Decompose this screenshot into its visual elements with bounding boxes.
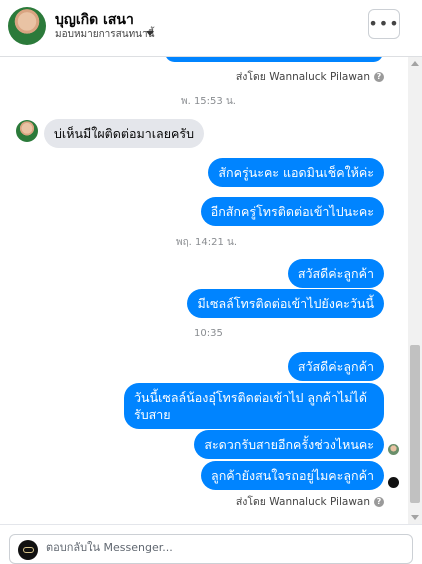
composer-area <box>0 524 422 564</box>
timestamp: พฤ. 14:21 น. <box>176 237 238 248</box>
more-options-button[interactable]: ••• <box>368 9 400 39</box>
scrollbar-thumb[interactable] <box>410 345 420 503</box>
more-icon: ••• <box>368 14 400 33</box>
conversation-header: บุญเกิด เสนา มอบหมายการสนทนานี้ ••• <box>0 0 422 57</box>
seen-receipt-avatar <box>388 444 399 455</box>
assign-conversation-dropdown[interactable]: มอบหมายการสนทนานี้ <box>55 27 154 42</box>
outgoing-message[interactable]: สะดวกรับสายอีกครั้งช่วงไหนคะ <box>194 430 384 459</box>
outgoing-message[interactable]: อีกสักครู่โทรติดต่อเข้าไปนะคะ <box>200 197 384 226</box>
sent-by-label: ส่งโดย Wannaluck Pilawan ? <box>236 68 384 85</box>
reply-composer[interactable] <box>9 534 413 564</box>
customer-avatar[interactable] <box>8 7 46 45</box>
seen-receipt-avatar <box>388 477 399 488</box>
page-avatar <box>18 540 38 560</box>
outgoing-message[interactable]: สวัสดีค่ะลูกค้า <box>287 352 384 381</box>
sent-by-label: ส่งโดย Wannaluck Pilawan ? <box>236 493 384 510</box>
message-thread[interactable]: ส่งโดย Wannaluck Pilawan ? พ. 15:53 น. บ… <box>0 57 408 524</box>
info-icon[interactable]: ? <box>374 496 384 507</box>
incoming-message[interactable]: บ่เห็นมีใผติดต่อมาเลยครับ <box>44 119 205 148</box>
timestamp: 10:35 <box>194 328 223 339</box>
outgoing-message[interactable]: สักครู่นะคะ แอดมินเช็คให้ค่ะ <box>208 158 384 187</box>
scroll-up-arrow-icon[interactable] <box>411 61 419 66</box>
timestamp: พ. 15:53 น. <box>181 96 236 107</box>
outgoing-message[interactable]: สวัสดีค่ะลูกค้า <box>287 259 384 288</box>
outgoing-message[interactable]: ลูกค้ายังสนใจรถอยู่ไมคะลูกค้า <box>201 461 384 490</box>
reply-input[interactable] <box>46 541 386 554</box>
outgoing-message[interactable]: มีเซลล์โทรติดต่อเข้าไปยังคะวันนี้ <box>187 289 384 318</box>
scroll-down-arrow-icon[interactable] <box>411 515 419 520</box>
outgoing-message[interactable] <box>165 57 383 62</box>
info-icon[interactable]: ? <box>374 71 384 82</box>
outgoing-message[interactable]: วันนี้เซลล์น้องอุ๋โทรติดต่อเข้าไป ลูกค้า… <box>124 383 384 429</box>
customer-avatar-small <box>16 120 38 142</box>
scrollbar[interactable] <box>408 57 422 524</box>
chevron-down-icon[interactable] <box>146 31 154 36</box>
